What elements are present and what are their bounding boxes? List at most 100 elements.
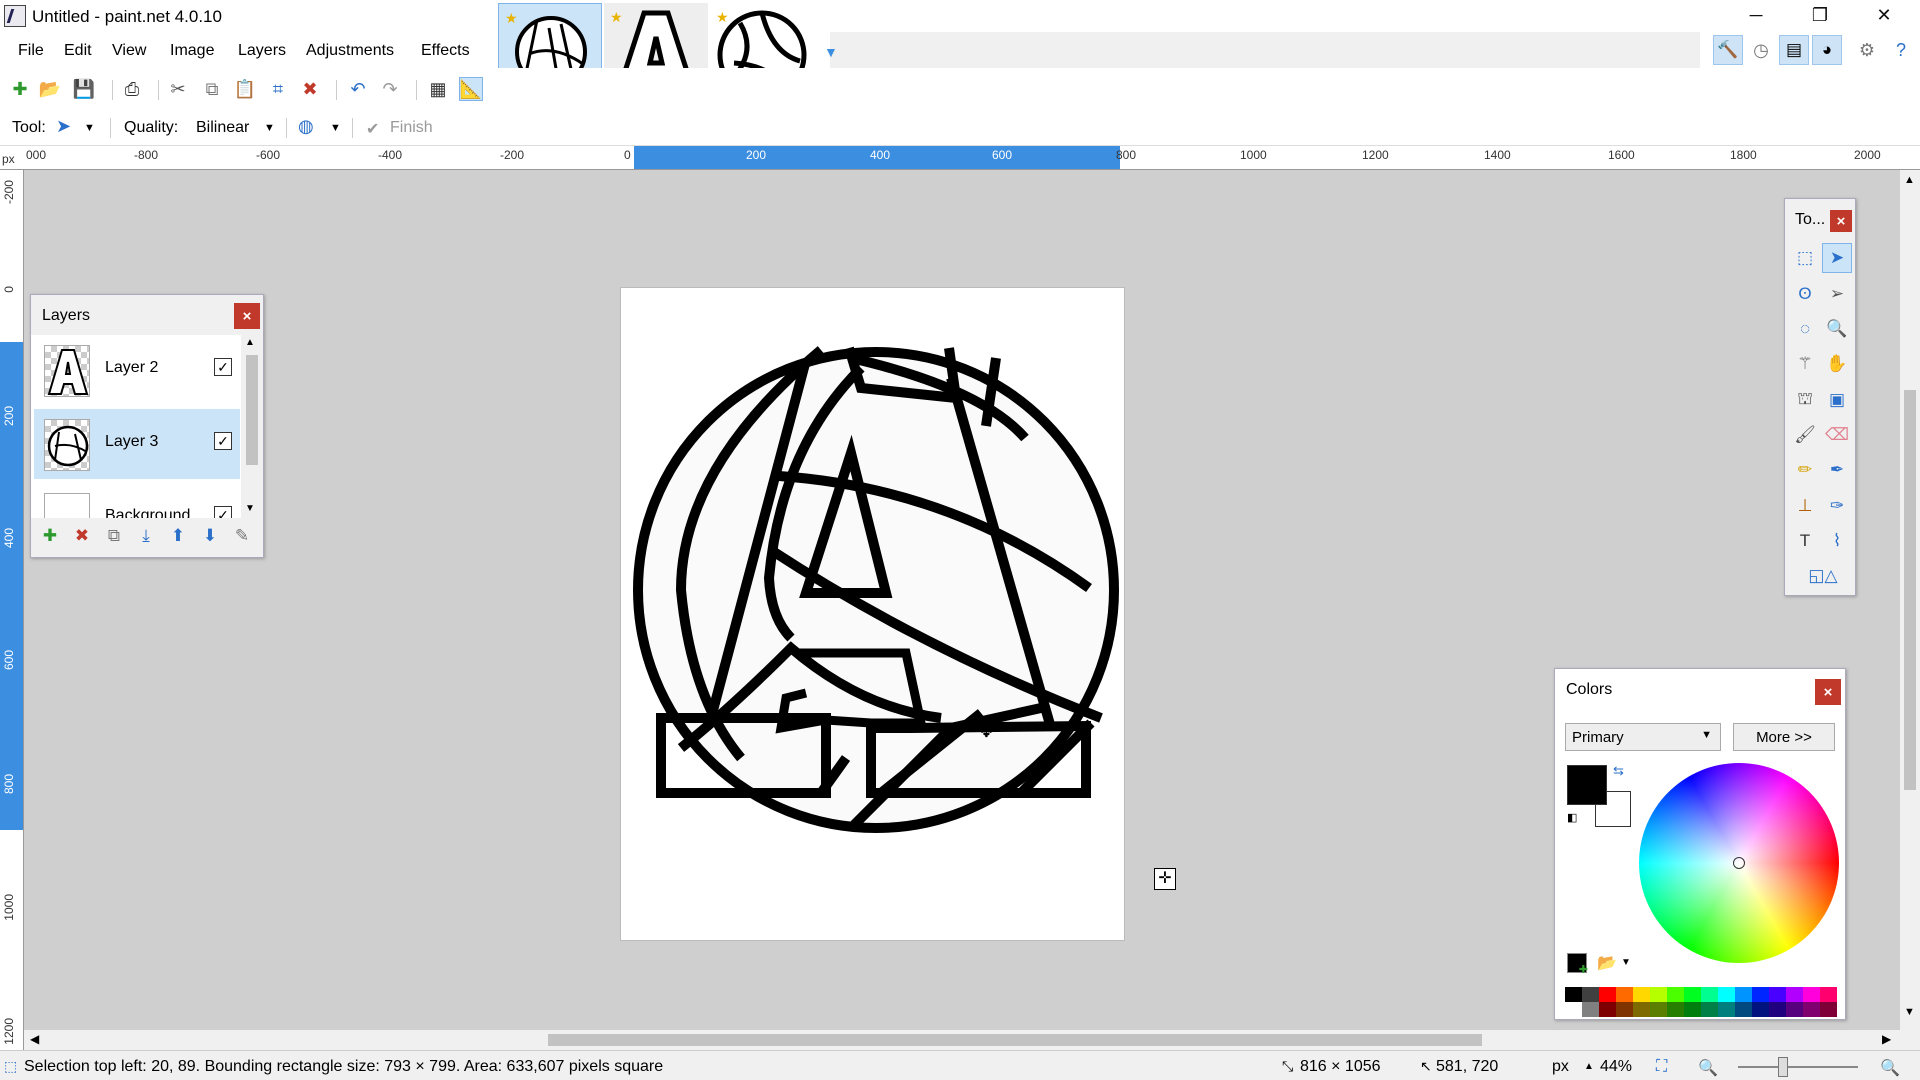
- redo-icon[interactable]: ↷: [378, 77, 402, 101]
- move-selection-icon[interactable]: ➢: [1822, 279, 1852, 309]
- zoom-to-window-icon[interactable]: ⛶: [1656, 1058, 1667, 1076]
- palette-swatch[interactable]: [1786, 1002, 1803, 1017]
- move-selected-pixels-icon[interactable]: ➤: [56, 116, 71, 137]
- scroll-down-icon[interactable]: ▼: [1904, 1006, 1915, 1018]
- eraser-icon[interactable]: ⌫: [1822, 420, 1852, 450]
- move-layer-down-icon[interactable]: ⬇: [195, 521, 225, 551]
- palette-swatch[interactable]: [1752, 987, 1769, 1002]
- layers-close-icon[interactable]: ×: [234, 303, 260, 329]
- canvas-workspace[interactable]: ✥ ✛ Layers × Layer 2 ✓ Layer 3 ✓ Backgro…: [24, 170, 1900, 1030]
- zoom-slider-track[interactable]: [1738, 1066, 1858, 1068]
- horizontal-scroll-thumb[interactable]: [548, 1034, 1482, 1046]
- menu-layers[interactable]: Layers: [238, 42, 286, 60]
- color-mode-select[interactable]: Primary ▼: [1565, 723, 1721, 751]
- palette-swatch[interactable]: [1820, 1002, 1837, 1017]
- palette-swatch[interactable]: [1735, 987, 1752, 1002]
- reset-colors-icon[interactable]: ◧: [1567, 811, 1577, 824]
- tools-close-icon[interactable]: ×: [1830, 210, 1852, 232]
- duplicate-layer-icon[interactable]: ⧉: [99, 521, 129, 551]
- swap-colors-icon[interactable]: ⇆: [1613, 763, 1624, 779]
- menu-edit[interactable]: Edit: [64, 42, 92, 60]
- grid-icon[interactable]: ▦: [426, 77, 450, 101]
- units-select[interactable]: px: [1552, 1058, 1569, 1076]
- palette-swatch[interactable]: [1752, 1002, 1769, 1017]
- layers-scrollbar[interactable]: ▲ ▼: [243, 335, 261, 518]
- vertical-scrollbar[interactable]: ▲ ▼: [1900, 170, 1920, 1030]
- horizontal-scrollbar[interactable]: ◀ ▶: [24, 1030, 1900, 1050]
- colors-window-toggle-icon[interactable]: ◕: [1812, 35, 1842, 65]
- scroll-up-icon[interactable]: ▲: [1904, 174, 1915, 186]
- merge-layer-down-icon[interactable]: ⤓: [131, 521, 161, 551]
- history-window-toggle-icon[interactable]: ◷: [1746, 35, 1776, 65]
- paste-icon[interactable]: 📋: [233, 77, 257, 101]
- scroll-down-icon[interactable]: ▼: [245, 503, 255, 514]
- palette-swatch[interactable]: [1820, 987, 1837, 1002]
- rectangle-select-icon[interactable]: ⬚: [1790, 243, 1820, 273]
- more-colors-button[interactable]: More >>: [1733, 723, 1835, 751]
- palette-swatch[interactable]: [1803, 1002, 1820, 1017]
- vertical-scroll-thumb[interactable]: [1904, 390, 1916, 790]
- palette-swatch[interactable]: [1769, 987, 1786, 1002]
- palette-swatch[interactable]: [1633, 987, 1650, 1002]
- palette-swatch[interactable]: [1616, 1002, 1633, 1017]
- colors-close-icon[interactable]: ×: [1815, 679, 1841, 705]
- color-palette[interactable]: [1565, 987, 1837, 1017]
- layer-properties-icon[interactable]: ✎: [227, 521, 257, 551]
- scroll-up-icon[interactable]: ▲: [245, 337, 255, 348]
- close-button[interactable]: ✕: [1852, 0, 1916, 30]
- zoom-out-icon[interactable]: 🔍: [1698, 1058, 1718, 1078]
- paintbrush-icon[interactable]: 🖌: [1790, 420, 1820, 450]
- palette-swatch[interactable]: [1786, 987, 1803, 1002]
- tools-window-toggle-icon[interactable]: 🔨: [1713, 35, 1743, 65]
- palette-menu-icon[interactable]: 📂: [1597, 953, 1617, 973]
- add-layer-icon[interactable]: ✚: [35, 521, 65, 551]
- line-curve-icon[interactable]: ⌇: [1822, 526, 1852, 556]
- menu-effects[interactable]: Effects: [421, 42, 470, 60]
- save-icon[interactable]: 💾: [72, 77, 96, 101]
- layers-window-toggle-icon[interactable]: ▤: [1779, 35, 1809, 65]
- layer-item[interactable]: Layer 2 ✓: [34, 335, 240, 405]
- zoom-icon[interactable]: 🔍: [1822, 314, 1852, 344]
- quality-dropdown-chevron-icon[interactable]: ▼: [264, 122, 275, 134]
- palette-swatch[interactable]: [1667, 1002, 1684, 1017]
- palette-swatch[interactable]: [1582, 987, 1599, 1002]
- image-canvas[interactable]: [621, 288, 1124, 940]
- print-icon[interactable]: ⎙: [120, 77, 144, 101]
- undo-icon[interactable]: ↶: [346, 77, 370, 101]
- rulers-icon[interactable]: 📐: [459, 77, 483, 101]
- finish-button[interactable]: Finish: [390, 119, 433, 137]
- cut-icon[interactable]: ✂: [166, 77, 190, 101]
- settings-gear-icon[interactable]: ⚙: [1852, 35, 1882, 65]
- crop-to-selection-icon[interactable]: ⌗: [266, 77, 290, 101]
- zoom-in-icon[interactable]: 🔍: [1880, 1058, 1900, 1078]
- menu-file[interactable]: File: [18, 42, 44, 60]
- color-picker-icon[interactable]: ✒: [1822, 455, 1852, 485]
- palette-swatch[interactable]: [1684, 1002, 1701, 1017]
- palette-swatch[interactable]: [1718, 1002, 1735, 1017]
- color-wheel[interactable]: [1639, 763, 1839, 963]
- recolor-icon[interactable]: ✑: [1822, 491, 1852, 521]
- palette-swatch[interactable]: [1633, 1002, 1650, 1017]
- paint-bucket-icon[interactable]: ⛫: [1790, 385, 1820, 415]
- sampling-mode-icon[interactable]: ◍: [298, 116, 314, 137]
- new-image-icon[interactable]: ✚: [8, 77, 32, 101]
- palette-swatch[interactable]: [1803, 987, 1820, 1002]
- help-icon[interactable]: ?: [1886, 35, 1916, 65]
- palette-swatch[interactable]: [1599, 987, 1616, 1002]
- deselect-icon[interactable]: ✖: [298, 77, 322, 101]
- palette-swatch[interactable]: [1684, 987, 1701, 1002]
- sampling-dropdown-chevron-icon[interactable]: ▼: [330, 122, 341, 134]
- units-dropdown-icon[interactable]: ▲: [1584, 1061, 1594, 1072]
- minimize-button[interactable]: ─: [1724, 0, 1788, 30]
- quality-select[interactable]: Bilinear: [196, 119, 249, 137]
- palette-swatch[interactable]: [1650, 987, 1667, 1002]
- move-layer-up-icon[interactable]: ⬆: [163, 521, 193, 551]
- text-icon[interactable]: T: [1790, 526, 1820, 556]
- copy-icon[interactable]: ⧉: [200, 77, 224, 101]
- open-folder-icon[interactable]: 📂: [38, 77, 62, 101]
- palette-swatch[interactable]: [1565, 987, 1582, 1002]
- palette-swatch[interactable]: [1718, 987, 1735, 1002]
- menu-view[interactable]: View: [112, 42, 146, 60]
- scroll-thumb[interactable]: [246, 355, 258, 465]
- scroll-right-icon[interactable]: ▶: [1882, 1032, 1891, 1046]
